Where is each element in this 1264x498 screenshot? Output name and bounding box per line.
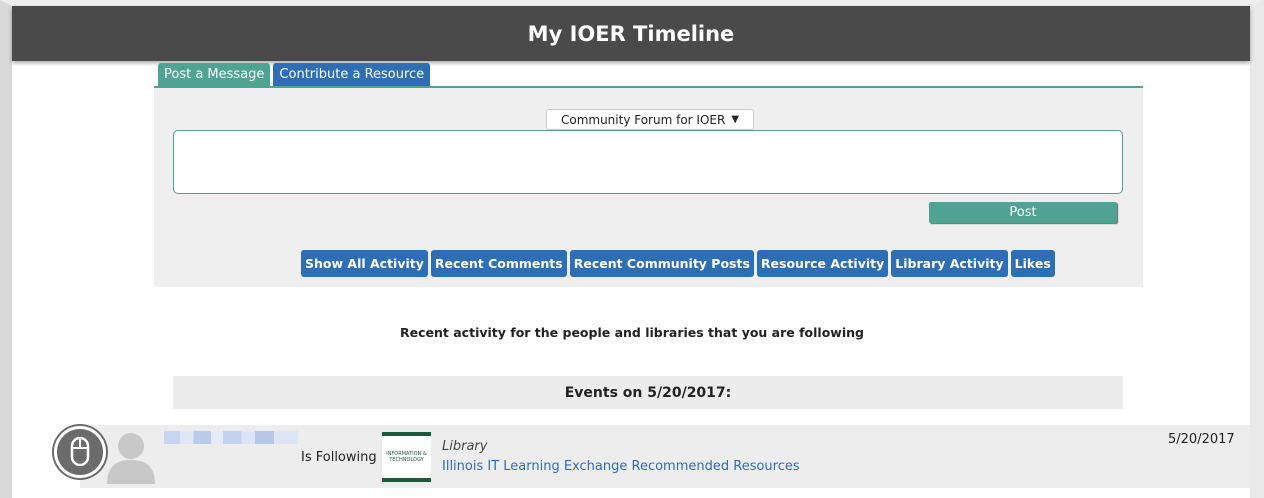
activity-filters: Show All Activity Recent Comments Recent… — [301, 250, 1055, 277]
chevron-down-icon: ▼ — [731, 114, 740, 125]
events-heading: Events on 5/20/2017: — [173, 376, 1123, 409]
filter-recent-comments[interactable]: Recent Comments — [430, 250, 567, 277]
page-title: My IOER Timeline — [12, 6, 1250, 61]
avatar — [105, 430, 157, 484]
forum-select[interactable]: Community Forum for IOER ▼ — [546, 109, 754, 130]
filter-recent-community-posts[interactable]: Recent Community Posts — [569, 250, 754, 277]
tab-contribute-resource[interactable]: Contribute a Resource — [273, 63, 431, 87]
post-button[interactable]: Post — [929, 202, 1117, 223]
filter-library-activity[interactable]: Library Activity — [891, 250, 1008, 277]
user-name-redacted[interactable] — [164, 431, 298, 444]
event-type: Library — [442, 439, 488, 454]
filter-show-all[interactable]: Show All Activity — [301, 250, 428, 277]
filter-resource-activity[interactable]: Resource Activity — [756, 250, 889, 277]
message-input[interactable] — [173, 130, 1123, 194]
library-link[interactable]: Illinois IT Learning Exchange Recommende… — [442, 459, 800, 474]
tab-post-message[interactable]: Post a Message — [158, 63, 271, 87]
composer-tabs: Post a Message Contribute a Resource — [158, 63, 431, 87]
library-thumbnail[interactable]: INFORMATION & TECHNOLOGY — [382, 432, 431, 482]
library-thumbnail-text: INFORMATION & TECHNOLOGY — [386, 451, 427, 463]
composer-panel: Community Forum for IOER ▼ Post Show All… — [154, 86, 1143, 287]
activity-intro: Recent activity for the people and libra… — [400, 325, 864, 340]
event-action: Is Following — [301, 450, 377, 465]
forum-select-value: Community Forum for IOER — [560, 112, 726, 127]
filter-likes[interactable]: Likes — [1010, 250, 1055, 277]
event-date: 5/20/2017 — [1168, 432, 1235, 447]
mouse-icon — [54, 426, 106, 478]
